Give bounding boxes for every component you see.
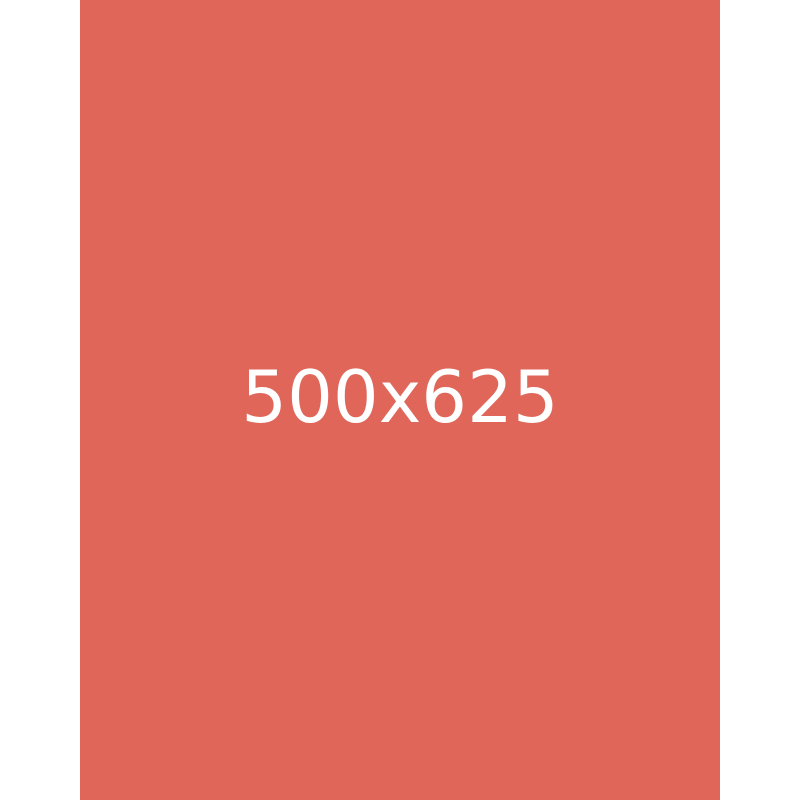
placeholder-dimensions-label: 500x625: [241, 355, 559, 439]
canvas: 500x625: [0, 0, 800, 800]
placeholder-image: 500x625: [80, 0, 720, 800]
